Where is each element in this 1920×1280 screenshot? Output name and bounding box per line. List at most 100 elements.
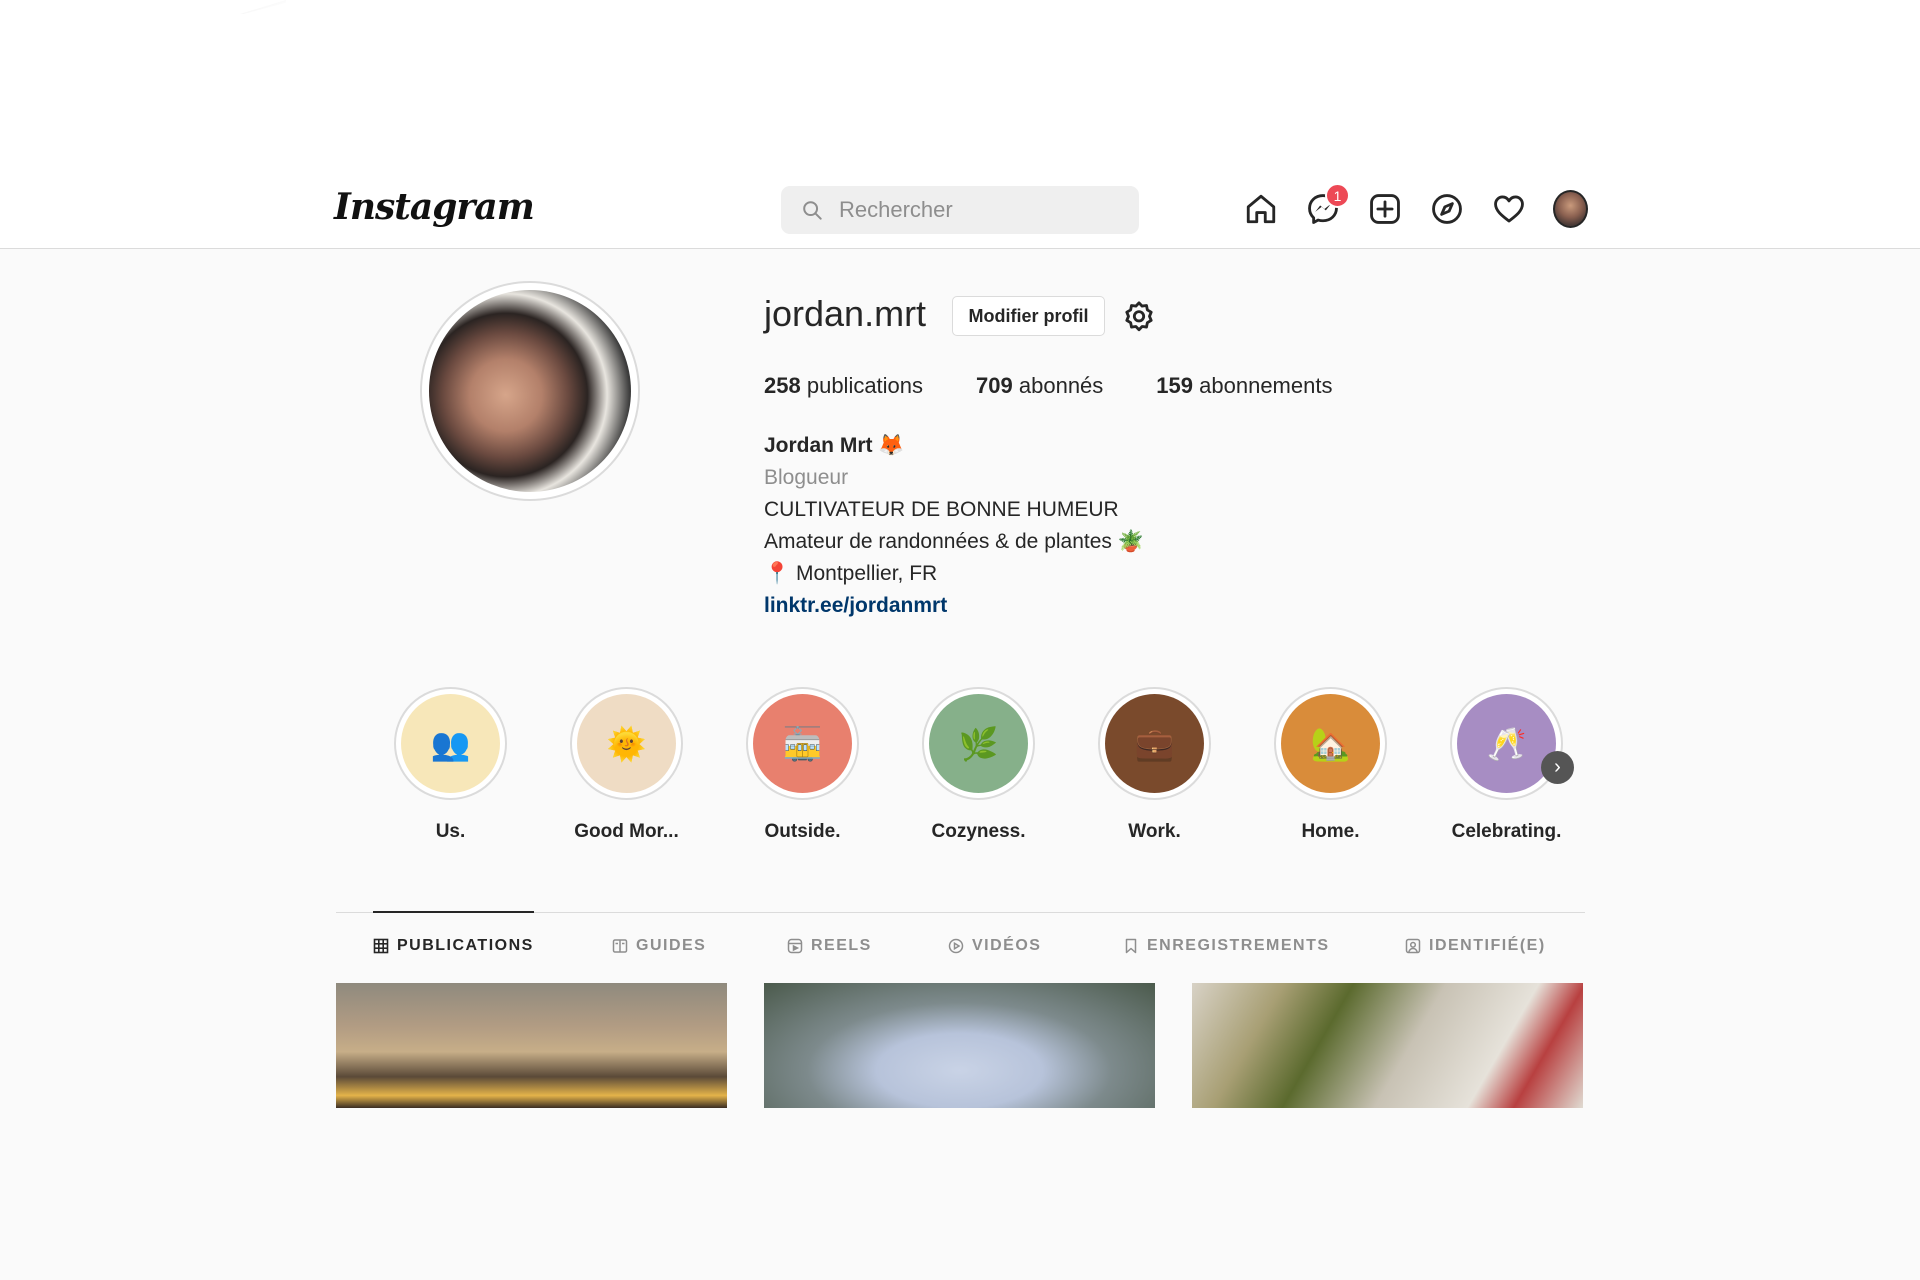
highlight-label: Good Mor...: [574, 821, 679, 842]
tab-label: PUBLICATIONS: [397, 937, 534, 954]
sun-icon: 🌞: [606, 725, 647, 762]
following-label: abonnements: [1199, 373, 1333, 398]
bio-line-2: Amateur de randonnées & de plantes 🪴: [764, 530, 1144, 553]
following-stat[interactable]: 159 abonnements: [1156, 373, 1332, 399]
highlight-cozyness[interactable]: 🌿 Cozyness.: [922, 687, 1035, 843]
highlight-cover: 🚋: [753, 694, 852, 793]
post-thumbnail[interactable]: [1192, 983, 1583, 1108]
following-count: 159: [1156, 373, 1194, 398]
settings-gear-icon[interactable]: [1122, 300, 1156, 334]
bio-line-3: 📍 Montpellier, FR: [764, 562, 938, 585]
highlight-label: Outside.: [764, 821, 841, 842]
edit-profile-button[interactable]: Modifier profil: [952, 296, 1105, 336]
notification-badge: 1: [1325, 183, 1350, 208]
tab-saved[interactable]: ENREGISTREMENTS: [1123, 937, 1405, 955]
post-thumbnail[interactable]: [336, 983, 727, 1108]
bookmark-icon: [1125, 938, 1137, 954]
highlight-ring: 👥: [394, 687, 507, 800]
highlight-cover: 🏡: [1281, 694, 1380, 793]
tagged-icon: [1405, 938, 1421, 954]
highlight-label: Home.: [1301, 821, 1360, 842]
tab-reels[interactable]: REELS: [787, 937, 948, 955]
tab-label: VIDÉOS: [972, 937, 1042, 954]
posts-grid: [336, 983, 1583, 1108]
instagram-logo[interactable]: Instagram: [334, 186, 535, 228]
highlight-work[interactable]: 💼 Work.: [1098, 687, 1211, 843]
story-highlights: 👥 Us. 🌞 Good Mor... 🚋 Outside. 🌿 Cozynes…: [394, 687, 1563, 843]
compass-icon: [1431, 194, 1462, 224]
tab-publications[interactable]: PUBLICATIONS: [373, 937, 612, 955]
home-button[interactable]: [1243, 189, 1278, 229]
top-navbar: Instagram Rechercher 1: [0, 170, 1920, 249]
followers-stat[interactable]: 709 abonnés: [976, 373, 1103, 399]
highlight-cover: 💼: [1105, 694, 1204, 793]
active-tab-indicator: [373, 911, 534, 913]
highlight-ring: 🥂: [1450, 687, 1563, 800]
profile-tabs: PUBLICATIONS GUIDES REELS VIDÉOS ENREGIS…: [373, 937, 1555, 955]
avatar: [1553, 190, 1588, 228]
explore-button[interactable]: [1429, 189, 1464, 229]
tab-tagged[interactable]: IDENTIFIÉ(E): [1405, 937, 1555, 955]
search-icon: [803, 201, 822, 220]
grid-icon: [373, 938, 389, 954]
tab-label: REELS: [811, 937, 872, 954]
highlight-label: Cozyness.: [931, 821, 1026, 842]
highlight-cover: 🌞: [577, 694, 676, 793]
followers-count: 709: [976, 373, 1013, 398]
add-post-icon: [1369, 194, 1400, 224]
profile-stats: 258 publications 709 abonnés 159 abonnem…: [764, 373, 1332, 399]
profile-bio: Jordan Mrt 🦊 Blogueur CULTIVATEUR DE BON…: [764, 430, 1144, 622]
highlight-good-morning[interactable]: 🌞 Good Mor...: [570, 687, 683, 843]
profile-picture[interactable]: [420, 281, 640, 501]
leaf-icon: 🌿: [958, 725, 999, 762]
home-icon: [1246, 194, 1275, 224]
highlight-ring: 🌞: [570, 687, 683, 800]
tab-videos[interactable]: VIDÉOS: [948, 937, 1123, 955]
reels-icon: [787, 938, 803, 954]
highlight-cover: 🌿: [929, 694, 1028, 793]
bio-line-1: CULTIVATEUR DE BONNE HUMEUR: [764, 498, 1119, 521]
bio-link[interactable]: linktr.ee/jordanmrt: [764, 590, 1144, 622]
followers-label: abonnés: [1018, 373, 1104, 398]
messenger-button[interactable]: 1: [1305, 183, 1350, 229]
tab-guides[interactable]: GUIDES: [612, 937, 787, 955]
highlights-next-button[interactable]: ›: [1541, 751, 1574, 784]
full-name: Jordan Mrt 🦊: [764, 434, 905, 457]
champagne-icon: 🥂: [1486, 725, 1527, 762]
play-icon: [948, 938, 964, 954]
activity-button[interactable]: [1491, 189, 1526, 229]
search-placeholder: Rechercher: [839, 197, 953, 222]
posts-count: 258: [764, 373, 801, 398]
search-input[interactable]: Rechercher: [781, 186, 1139, 234]
tab-label: IDENTIFIÉ(E): [1429, 937, 1546, 954]
highlight-ring: 🚋: [746, 687, 859, 800]
highlight-ring: 🏡: [1274, 687, 1387, 800]
posts-stat[interactable]: 258 publications: [764, 373, 923, 399]
highlight-cover: 🥂: [1457, 694, 1556, 793]
profile-menu-button[interactable]: [1553, 189, 1588, 229]
highlight-outside[interactable]: 🚋 Outside.: [746, 687, 859, 843]
heart-icon: [1493, 195, 1524, 223]
highlight-us[interactable]: 👥 Us.: [394, 687, 507, 843]
people-icon: 👥: [430, 725, 471, 762]
tram-icon: 🚋: [782, 725, 823, 762]
highlight-ring: 🌿: [922, 687, 1035, 800]
house-icon: 🏡: [1310, 725, 1351, 762]
profile-username: jordan.mrt: [764, 293, 927, 334]
profile-photo: [429, 290, 631, 492]
chevron-right-icon: ›: [1554, 756, 1561, 778]
highlight-label: Work.: [1128, 821, 1181, 842]
highlight-label: Us.: [435, 821, 466, 842]
posts-label: publications: [806, 373, 924, 398]
highlight-ring: 💼: [1098, 687, 1211, 800]
tab-label: GUIDES: [636, 937, 707, 954]
category-label: Blogueur: [764, 466, 849, 489]
guide-icon: [612, 939, 628, 953]
highlight-label: Celebrating.: [1451, 821, 1562, 842]
highlight-home[interactable]: 🏡 Home.: [1274, 687, 1387, 843]
highlight-cover: 👥: [401, 694, 500, 793]
post-thumbnail[interactable]: [764, 983, 1155, 1108]
new-post-button[interactable]: [1367, 189, 1402, 229]
tab-label: ENREGISTREMENTS: [1147, 937, 1330, 954]
briefcase-icon: 💼: [1134, 725, 1175, 762]
